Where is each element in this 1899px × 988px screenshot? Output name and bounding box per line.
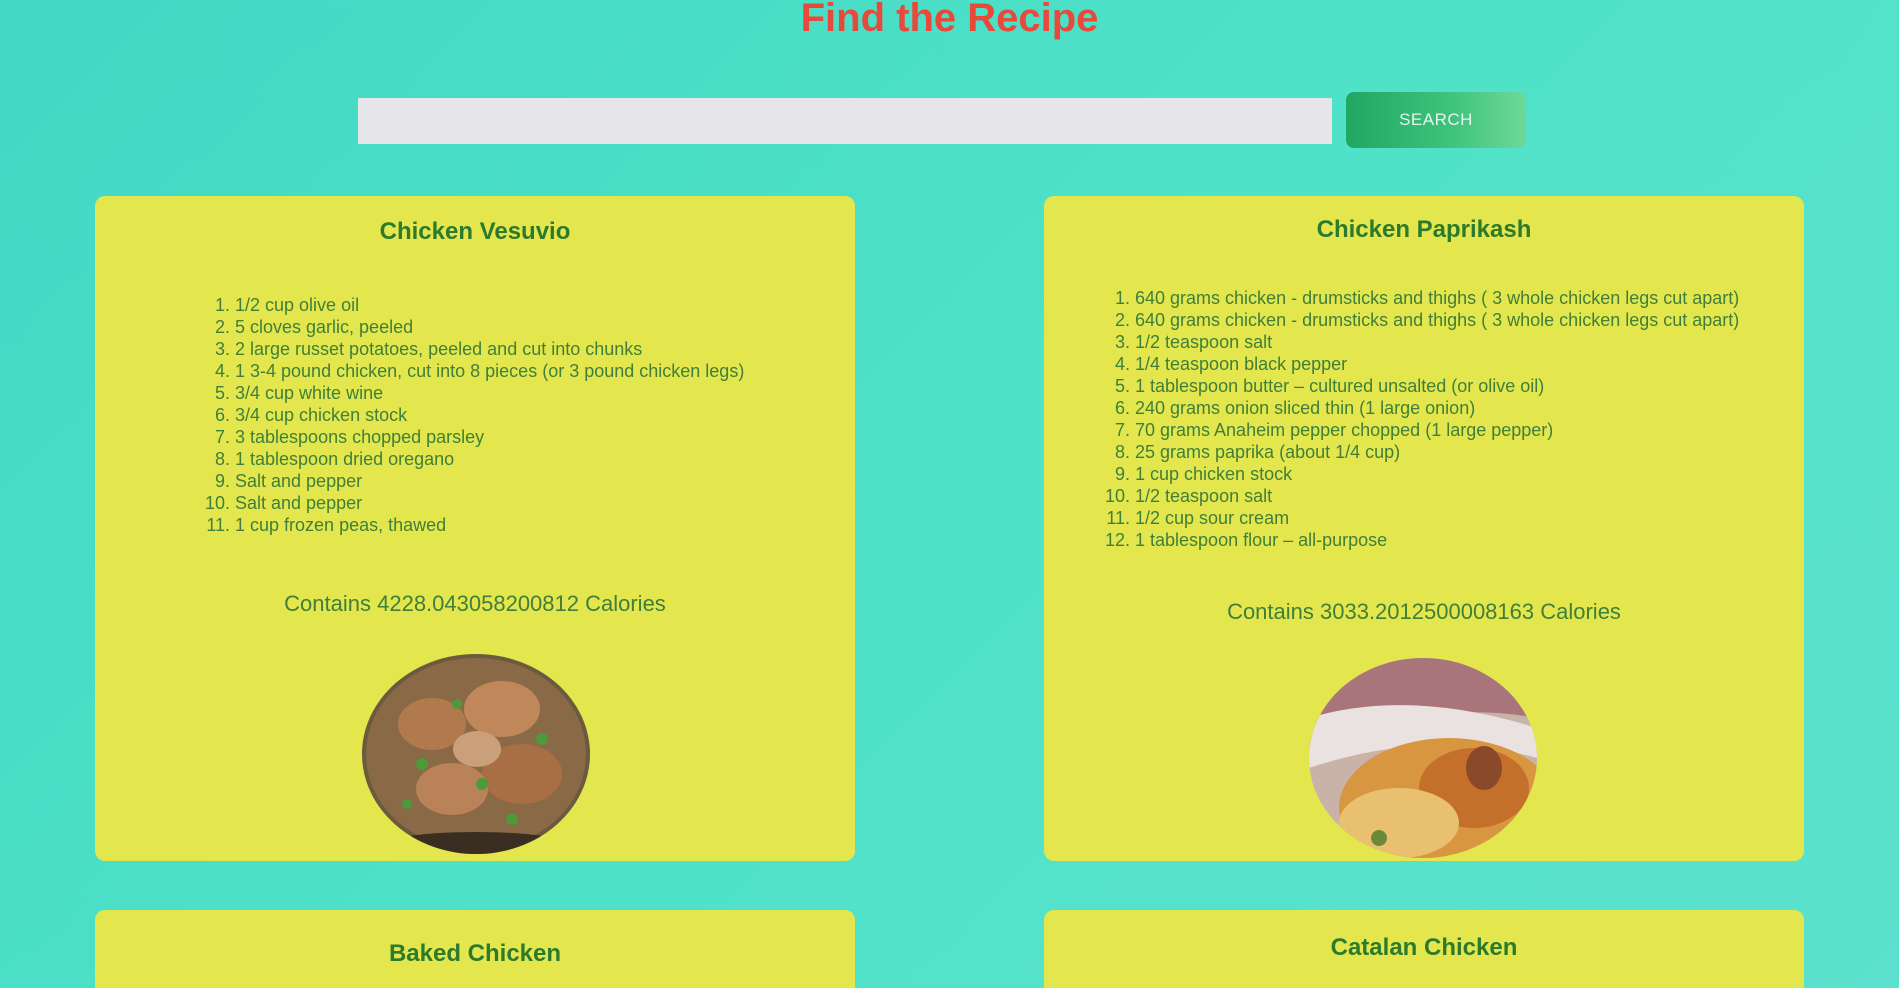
calorie-count: Contains 4228.043058200812 Calories	[284, 591, 666, 616]
recipe-title: Chicken Vesuvio	[379, 218, 571, 245]
ingredient-item: Salt and pepper	[235, 492, 744, 514]
search-input[interactable]	[358, 98, 1332, 144]
ingredient-item: 70 grams Anaheim pepper chopped (1 large…	[1135, 419, 1739, 441]
search-button[interactable]: SEARCH	[1346, 92, 1526, 148]
recipe-image	[1309, 658, 1537, 858]
chicken-vesuvio-dish-photo	[362, 654, 590, 854]
ingredient-item: 1/2 teaspoon salt	[1135, 485, 1739, 507]
page-title: Find the Recipe	[800, 0, 1099, 40]
ingredient-item: 1/2 cup sour cream	[1135, 507, 1739, 529]
recipe-title: Baked Chicken	[388, 940, 562, 967]
ingredient-item: 3 tablespoons chopped parsley	[235, 426, 744, 448]
recipe-image	[362, 654, 590, 854]
ingredient-item: 640 grams chicken - drumsticks and thigh…	[1135, 287, 1739, 309]
ingredient-list: 640 grams chicken - drumsticks and thigh…	[1095, 287, 1739, 551]
ingredient-item: 25 grams paprika (about 1/4 cup)	[1135, 441, 1739, 463]
ingredient-item: 3/4 cup white wine	[235, 382, 744, 404]
ingredient-item: 3/4 cup chicken stock	[235, 404, 744, 426]
ingredient-item: 1 tablespoon flour – all-purpose	[1135, 529, 1739, 551]
calorie-count: Contains 3033.2012500008163 Calories	[1227, 599, 1621, 624]
recipe-card: Baked Chicken	[95, 910, 855, 988]
recipe-card: Catalan Chicken	[1044, 910, 1804, 988]
recipe-title: Chicken Paprikash	[1316, 216, 1532, 243]
ingredient-item: 1/2 cup olive oil	[235, 294, 744, 316]
ingredient-item: 1 3-4 pound chicken, cut into 8 pieces (…	[235, 360, 744, 382]
ingredient-item: Salt and pepper	[235, 470, 744, 492]
ingredient-item: 1 tablespoon butter – cultured unsalted …	[1135, 375, 1739, 397]
ingredient-item: 1/2 teaspoon salt	[1135, 331, 1739, 353]
ingredient-item: 1/4 teaspoon black pepper	[1135, 353, 1739, 375]
chicken-paprikash-dish-photo	[1309, 658, 1537, 858]
recipe-card: Chicken Paprikash 640 grams chicken - dr…	[1044, 196, 1804, 861]
ingredient-item: 240 grams onion sliced thin (1 large oni…	[1135, 397, 1739, 419]
search-form: SEARCH	[358, 92, 1528, 148]
ingredient-item: 1 tablespoon dried oregano	[235, 448, 744, 470]
ingredient-item: 640 grams chicken - drumsticks and thigh…	[1135, 309, 1739, 331]
ingredient-list: 1/2 cup olive oil 5 cloves garlic, peele…	[195, 294, 744, 536]
ingredient-item: 1 cup chicken stock	[1135, 463, 1739, 485]
ingredient-item: 1 cup frozen peas, thawed	[235, 514, 744, 536]
recipe-card: Chicken Vesuvio 1/2 cup olive oil 5 clov…	[95, 196, 855, 861]
ingredient-item: 2 large russet potatoes, peeled and cut …	[235, 338, 744, 360]
recipe-title: Catalan Chicken	[1330, 934, 1518, 961]
ingredient-item: 5 cloves garlic, peeled	[235, 316, 744, 338]
